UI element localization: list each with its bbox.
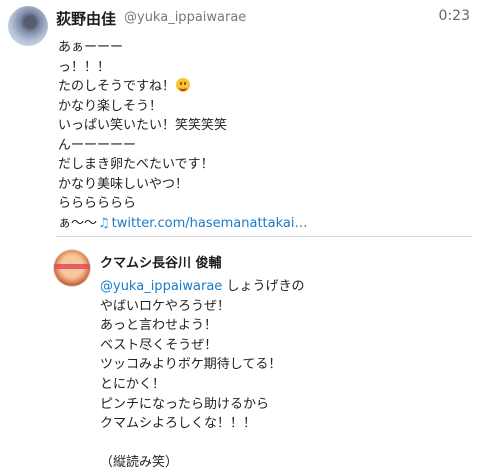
music-note-icon: ♫ [98, 215, 110, 231]
tweet-line: んーーーーー [58, 137, 137, 153]
tweet-line: いっぱい笑いたい！笑笑笑笑 [58, 118, 228, 133]
tweet-line: ぁ〜〜♫ twitter.com/hasemanattakai… [58, 214, 307, 234]
quoted-line: ピンチになったら助けるから [100, 396, 270, 412]
tweet-line-text: たのしそうですね！ [58, 79, 176, 94]
tweet-line: っ！！！ [58, 59, 111, 75]
quoted-line: （縦読み笑） [100, 455, 179, 471]
quoted-display-name[interactable]: クマムシ長谷川 俊輔 [100, 252, 222, 271]
display-name[interactable]: 荻野由佳 [56, 8, 116, 29]
tweet-line: かなり楽しそう！ [58, 98, 163, 114]
tweet: 荻野由佳 @yuka_ippaiwarae 0:23 あぁーーー っ！！！ たの… [0, 0, 480, 472]
tweet-line: らららららら [58, 196, 137, 211]
tweet-line: だしまき卵たべたいです！ [58, 157, 214, 172]
tweet-line: たのしそうですね！ [58, 77, 307, 97]
user-handle[interactable]: @yuka_ippaiwarae [124, 10, 246, 25]
smiley-icon [176, 78, 191, 92]
quoted-line: あっと言わせよう！ [100, 318, 218, 334]
tweet-body: あぁーーー っ！！！ たのしそうですね！ かなり楽しそう！ いっぱい笑いたい！笑… [58, 38, 307, 233]
quoted-line: クマムシよろしくな！！！ [100, 416, 257, 432]
quoted-line: @yuka_ippaiwarae しょうげきの [100, 277, 304, 297]
tweet-line-text: ぁ〜〜 [58, 215, 98, 231]
quoted-tweet-body: @yuka_ippaiwarae しょうげきの やばいロケやろうぜ！ あっと言わ… [100, 277, 304, 473]
quoted-line-text: しょうげきの [222, 279, 305, 294]
quoted-user-avatar[interactable] [54, 250, 90, 286]
tweet-link[interactable]: twitter.com/hasemanattakai… [112, 216, 308, 231]
tweet-line: あぁーーー [58, 40, 124, 55]
timestamp[interactable]: 0:23 [439, 8, 470, 24]
mention-link[interactable]: @yuka_ippaiwarae [100, 279, 222, 294]
divider [56, 236, 472, 237]
quoted-line: ツッコみよりボケ期待してる！ [100, 357, 282, 373]
quoted-line [100, 434, 304, 454]
quoted-line: とにかく！ [100, 376, 166, 392]
user-avatar[interactable] [8, 6, 48, 46]
tweet-line: かなり美味しいやつ！ [58, 176, 189, 192]
quoted-line: やばいロケやろうぜ！ [100, 298, 231, 314]
quoted-line: ベスト尽くそうぜ！ [100, 337, 218, 353]
